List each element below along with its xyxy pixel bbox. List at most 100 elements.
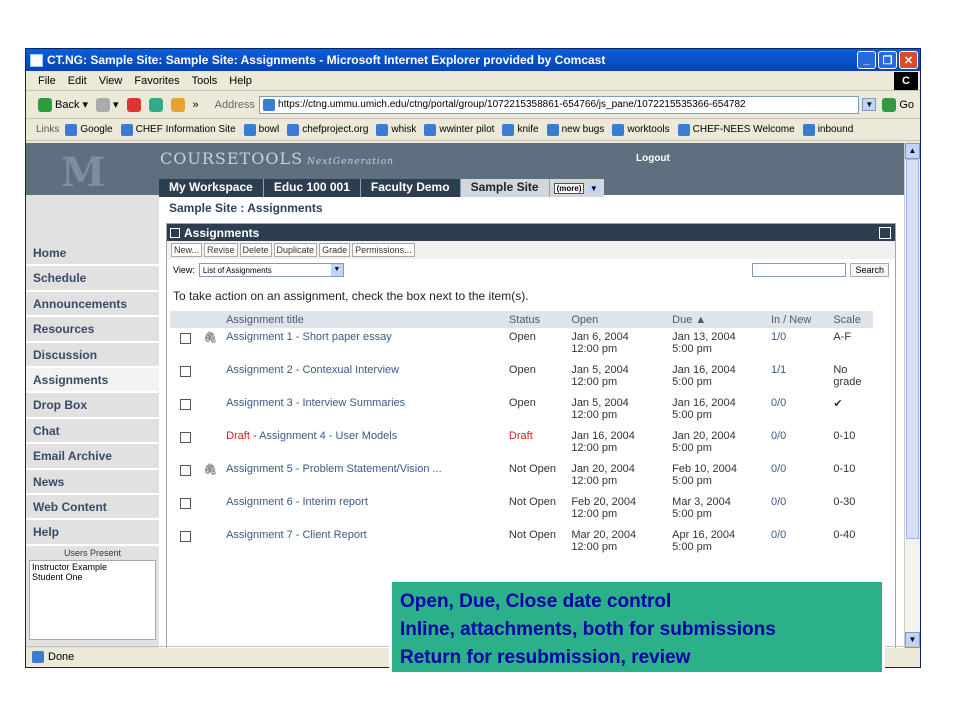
assignment-title-link[interactable]: Assignment 7 - Client Report: [224, 526, 507, 559]
link-page-icon: [612, 123, 625, 136]
maximize-button[interactable]: ❐: [878, 51, 897, 69]
grade-button[interactable]: Grade: [319, 243, 351, 257]
go-arrow-icon: [882, 97, 897, 112]
menu-favorites[interactable]: Favorites: [134, 75, 179, 87]
link-google[interactable]: Google: [65, 123, 113, 136]
link-new-bugs[interactable]: new bugs: [546, 123, 604, 136]
page-done-icon: [32, 651, 44, 663]
open-date-cell: Jan 5, 2004 12:00 pm: [571, 397, 629, 421]
scroll-up-icon[interactable]: ▲: [905, 143, 920, 159]
col-in-new[interactable]: In / New: [768, 311, 832, 328]
revise-button[interactable]: Revise: [204, 243, 238, 257]
link-knife[interactable]: knife: [502, 123, 539, 136]
menu-tools[interactable]: Tools: [192, 75, 218, 87]
link-bowl[interactable]: bowl: [243, 123, 279, 136]
in-new-link[interactable]: 0/0: [769, 493, 831, 526]
row-checkbox[interactable]: [180, 333, 191, 344]
delete-button[interactable]: Delete: [239, 243, 272, 257]
col-status[interactable]: Status: [506, 311, 570, 328]
nav-schedule[interactable]: Schedule: [26, 266, 159, 292]
home-button[interactable]: [170, 97, 185, 112]
table-row: Draft - Assignment 4 - User Models Draft…: [170, 427, 873, 460]
link-inbound[interactable]: inbound: [802, 123, 853, 136]
nav-news[interactable]: News: [26, 470, 159, 495]
scale-cell: 0-10: [833, 463, 856, 475]
chevron-down-icon: ▼: [330, 264, 343, 276]
new-button[interactable]: New...: [171, 243, 203, 257]
status-cell: Not Open: [508, 463, 557, 475]
search-input[interactable]: [752, 263, 847, 277]
title-bar: CT.NG: Sample Site: Sample Site: Assignm…: [26, 49, 920, 71]
address-dropdown-icon[interactable]: ▼: [862, 98, 877, 111]
nav-help[interactable]: Help: [26, 520, 159, 546]
annotation-callout: Open, Due, Close date control Inline, at…: [389, 579, 885, 675]
nav-email-archive[interactable]: Email Archive: [26, 444, 159, 470]
forward-button[interactable]: ▾: [96, 97, 119, 112]
assignment-title-link[interactable]: Assignment 2 - Contexual Interview: [224, 361, 507, 394]
link-whisk[interactable]: whisk: [376, 123, 416, 136]
link-page-icon: [424, 123, 437, 136]
assignment-title-link[interactable]: Assignment 6 - Interim report: [224, 493, 507, 526]
scroll-thumb[interactable]: [906, 159, 919, 539]
logout-link[interactable]: Logout: [636, 153, 670, 164]
in-new-link[interactable]: 1/1: [769, 361, 831, 394]
menu-edit[interactable]: Edit: [68, 75, 87, 87]
row-checkbox[interactable]: [180, 531, 191, 542]
row-checkbox[interactable]: [180, 498, 191, 509]
menu-help[interactable]: Help: [229, 75, 252, 87]
nav-assignments[interactable]: Assignments: [26, 367, 159, 394]
col-scale[interactable]: Scale: [831, 311, 873, 328]
minimize-button[interactable]: _: [857, 51, 876, 69]
stop-button[interactable]: [126, 97, 141, 112]
back-button[interactable]: Back ▾: [38, 97, 88, 112]
assignment-title-link[interactable]: Assignment 3 - Interview Summaries: [224, 394, 507, 427]
sort-asc-icon: ▲: [695, 313, 707, 326]
nav-chat[interactable]: Chat: [26, 419, 159, 445]
link-wwinter-pilot[interactable]: wwinter pilot: [424, 123, 494, 136]
link-chef-info[interactable]: CHEF Information Site: [120, 123, 236, 136]
nav-drop-box[interactable]: Drop Box: [26, 393, 159, 419]
toolbar-overflow[interactable]: »: [193, 99, 199, 111]
due-date-cell: Jan 16, 2004 5:00 pm: [672, 364, 736, 388]
nav-discussion[interactable]: Discussion: [26, 343, 159, 368]
row-checkbox[interactable]: [180, 432, 191, 443]
col-title[interactable]: Assignment title: [224, 311, 507, 328]
assignment-title-link[interactable]: Assignment 5 - Problem Statement/Vision …: [224, 460, 507, 493]
row-checkbox[interactable]: [180, 399, 191, 410]
nav-announcements[interactable]: Announcements: [26, 292, 159, 318]
status-cell: Open: [508, 331, 536, 343]
attachment-icon: 🖇: [203, 464, 218, 476]
in-new-link[interactable]: 0/0: [769, 460, 831, 493]
maximize-panel-icon[interactable]: [879, 226, 891, 239]
link-chefproject[interactable]: chefproject.org: [287, 123, 368, 136]
in-new-link[interactable]: 0/0: [769, 394, 831, 427]
close-button[interactable]: ✕: [899, 51, 918, 69]
link-worktools[interactable]: worktools: [612, 123, 670, 136]
assignment-title-link[interactable]: Draft - Assignment 4 - User Models: [224, 427, 507, 460]
in-new-link[interactable]: 1/0: [769, 328, 831, 361]
vertical-scrollbar[interactable]: ▲ ▼: [904, 143, 920, 648]
row-checkbox[interactable]: [180, 465, 191, 476]
permissions-button[interactable]: Permissions...: [352, 243, 415, 257]
row-checkbox[interactable]: [180, 366, 191, 377]
nav-resources[interactable]: Resources: [26, 317, 159, 343]
duplicate-button[interactable]: Duplicate: [273, 243, 318, 257]
menu-file[interactable]: File: [38, 75, 56, 87]
go-button[interactable]: Go: [882, 97, 914, 112]
in-new-link[interactable]: 0/0: [769, 427, 831, 460]
address-input[interactable]: https://ctng.ummu.umich.edu/ctng/portal/…: [259, 95, 860, 114]
open-date-cell: Jan 16, 2004 12:00 pm: [571, 430, 635, 454]
view-select[interactable]: List of Assignments ▼: [198, 263, 344, 277]
refresh-button[interactable]: [148, 97, 163, 112]
link-page-icon: [802, 123, 815, 136]
col-due[interactable]: Due ▲: [670, 311, 769, 328]
link-chef-nees[interactable]: CHEF-NEES Welcome: [677, 123, 795, 136]
col-open[interactable]: Open: [569, 311, 671, 328]
assignment-title-link[interactable]: Assignment 1 - Short paper essay: [224, 328, 507, 361]
in-new-link[interactable]: 0/0: [769, 526, 831, 559]
nav-web-content[interactable]: Web Content: [26, 495, 159, 521]
menu-view[interactable]: View: [99, 75, 123, 87]
nav-home[interactable]: Home: [26, 241, 159, 267]
search-button[interactable]: Search: [850, 263, 889, 277]
tool-nav: Home Schedule Announcements Resources Di…: [26, 195, 159, 648]
